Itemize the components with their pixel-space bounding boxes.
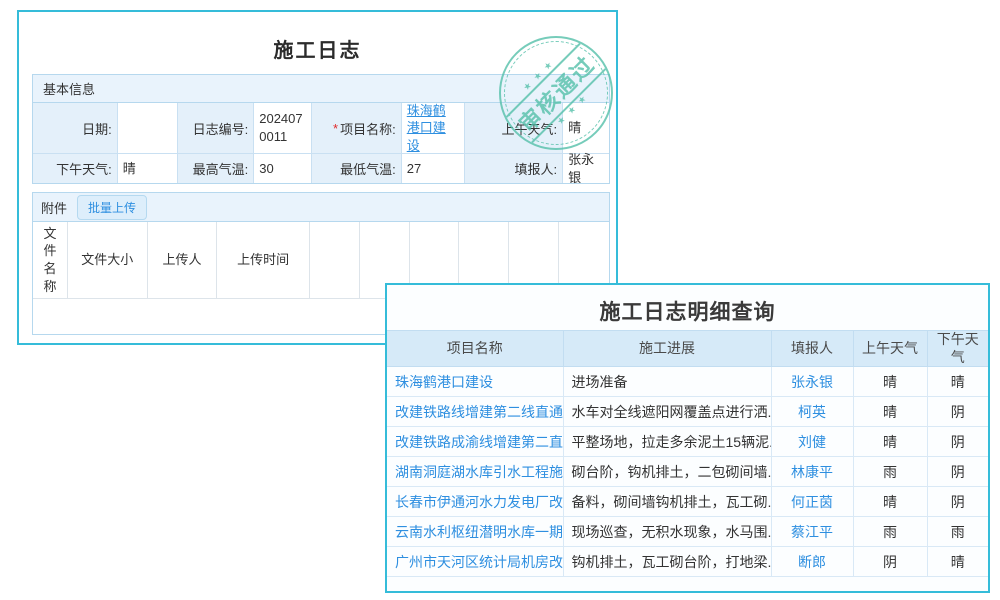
stamp-content: ★ ★ ★ 审核通过 ★ ★ ★	[475, 12, 636, 173]
cell-reporter: 断郎	[771, 547, 853, 577]
field-value	[118, 103, 178, 153]
cell-progress: 平整场地，拉走多余泥土15辆泥...	[563, 427, 771, 457]
reporter-link[interactable]: 张永银	[791, 374, 833, 390]
cell-reporter: 刘健	[771, 427, 853, 457]
query-column-header: 施工进展	[563, 331, 771, 367]
cell-project-name: 改建铁路成渝线增建第二直通线	[387, 427, 563, 457]
cell-project-name: 改建铁路线增建第二线直通线	[387, 397, 563, 427]
cell-am-weather: 晴	[853, 397, 927, 427]
reporter-link[interactable]: 断郎	[798, 554, 826, 570]
cell-am-weather: 雨	[853, 517, 927, 547]
attachment-column-empty	[310, 222, 360, 298]
cell-reporter: 张永银	[771, 367, 853, 397]
cell-pm-weather: 阴	[927, 427, 988, 457]
cell-reporter: 林康平	[771, 457, 853, 487]
cell-am-weather: 雨	[853, 457, 927, 487]
attachments-title: 附件	[41, 198, 67, 217]
project-link[interactable]: 云南水利枢纽潜明水库一期工程	[395, 524, 563, 540]
approval-stamp: ★ ★ ★ 审核通过 ★ ★ ★	[499, 36, 613, 150]
cell-project-name: 云南水利枢纽潜明水库一期工程	[387, 517, 563, 547]
project-link[interactable]: 珠海鹤港口建设	[395, 374, 493, 390]
query-table-body: 珠海鹤港口建设进场准备张永银晴晴改建铁路线增建第二线直通线水车对全线遮阳网覆盖点…	[387, 367, 988, 577]
cell-progress: 钩机排土，瓦工砌台阶，打地梁...	[563, 547, 771, 577]
cell-reporter: 蔡江平	[771, 517, 853, 547]
cell-progress: 水车对全线遮阳网覆盖点进行洒...	[563, 397, 771, 427]
field-value: 2024070011	[254, 103, 312, 153]
query-table-row: 长春市伊通河水力发电厂改建工程备料，砌间墙钩机排土，瓦工砌... 何正茵 晴阴	[387, 487, 988, 517]
log-detail-query-panel: 施工日志明细查询 项目名称施工进展填报人上午天气下午天气 珠海鹤港口建设 进场准备…	[385, 283, 990, 593]
field-label: 日志编号:	[178, 103, 255, 153]
project-name-link[interactable]: 珠海鹤港口建设	[407, 102, 459, 155]
attachment-column-header: 文件大小	[68, 222, 148, 298]
field-label: 最高气温:	[178, 153, 255, 183]
cell-am-weather: 晴	[853, 487, 927, 517]
basic-info-row: 下午天气:晴最高气温:30最低气温:27填报人:张永银	[33, 153, 609, 183]
query-table-row: 珠海鹤港口建设 进场准备 张永银 晴晴	[387, 367, 988, 397]
cell-progress: 砌台阶，钩机排土，二包砌间墙...	[563, 457, 771, 487]
field-label: 日期:	[33, 103, 118, 153]
cell-pm-weather: 阴	[927, 397, 988, 427]
query-table-row: 广州市天河区统计局机房改造项目钩机排土，瓦工砌台阶，打地梁... 断郎 阴晴	[387, 547, 988, 577]
project-link[interactable]: 改建铁路成渝线增建第二直通线	[395, 434, 563, 450]
cell-project-name: 广州市天河区统计局机房改造项目	[387, 547, 563, 577]
cell-progress: 现场巡查，无积水现象，水马围...	[563, 517, 771, 547]
query-table: 项目名称施工进展填报人上午天气下午天气 珠海鹤港口建设进场准备张永银晴晴改建铁路…	[387, 330, 988, 577]
cell-progress: 备料，砌间墙钩机排土，瓦工砌...	[563, 487, 771, 517]
query-title: 施工日志明细查询	[387, 296, 988, 326]
cell-am-weather: 晴	[853, 427, 927, 457]
query-table-row: 湖南洞庭湖水库引水工程施工标砌台阶，钩机排土，二包砌间墙... 林康平 雨阴	[387, 457, 988, 487]
cell-am-weather: 阴	[853, 547, 927, 577]
cell-progress: 进场准备	[563, 367, 771, 397]
query-column-header: 下午天气	[927, 331, 988, 367]
cell-pm-weather: 阴	[927, 457, 988, 487]
attachment-column-header: 上传时间	[217, 222, 310, 298]
project-link[interactable]: 广州市天河区统计局机房改造项目	[395, 554, 563, 570]
attachments-header: 附件 批量上传	[33, 193, 609, 222]
query-column-header: 填报人	[771, 331, 853, 367]
cell-project-name: 珠海鹤港口建设	[387, 367, 563, 397]
cell-pm-weather: 晴	[927, 367, 988, 397]
cell-pm-weather: 晴	[927, 547, 988, 577]
query-column-header: 上午天气	[853, 331, 927, 367]
query-column-header: 项目名称	[387, 331, 563, 367]
reporter-link[interactable]: 刘健	[798, 434, 826, 450]
cell-project-name: 湖南洞庭湖水库引水工程施工标	[387, 457, 563, 487]
reporter-link[interactable]: 林康平	[791, 464, 833, 480]
project-link[interactable]: 长春市伊通河水力发电厂改建工程	[395, 494, 563, 510]
cell-pm-weather: 阴	[927, 487, 988, 517]
attachment-column-header: 上传人	[148, 222, 218, 298]
field-value: 晴	[118, 153, 178, 183]
field-label: 下午天气:	[33, 153, 118, 183]
query-table-row: 改建铁路成渝线增建第二直通线平整场地，拉走多余泥土15辆泥... 刘健 晴阴	[387, 427, 988, 457]
field-value: 30	[254, 153, 312, 183]
cell-project-name: 长春市伊通河水力发电厂改建工程	[387, 487, 563, 517]
batch-upload-button[interactable]: 批量上传	[77, 195, 147, 220]
reporter-link[interactable]: 蔡江平	[791, 524, 833, 540]
cell-am-weather: 晴	[853, 367, 927, 397]
required-mark: *	[333, 121, 338, 136]
cell-pm-weather: 雨	[927, 517, 988, 547]
query-table-row: 云南水利枢纽潜明水库一期工程现场巡查，无积水现象，水马围... 蔡江平 雨雨	[387, 517, 988, 547]
project-link[interactable]: 湖南洞庭湖水库引水工程施工标	[395, 464, 563, 480]
query-table-row: 改建铁路线增建第二线直通线水车对全线遮阳网覆盖点进行洒... 柯英 晴阴	[387, 397, 988, 427]
field-value: 珠海鹤港口建设	[402, 103, 465, 153]
cell-reporter: 何正茵	[771, 487, 853, 517]
query-table-header-row: 项目名称施工进展填报人上午天气下午天气	[387, 331, 988, 367]
attachment-column-header: 文件名称	[33, 222, 68, 298]
reporter-link[interactable]: 柯英	[798, 404, 826, 420]
stamp-text: 审核通过	[506, 43, 606, 143]
reporter-link[interactable]: 何正茵	[791, 494, 833, 510]
field-value: 27	[402, 153, 465, 183]
field-label: 最低气温:	[312, 153, 402, 183]
field-label: *项目名称:	[312, 103, 402, 153]
project-link[interactable]: 改建铁路线增建第二线直通线	[395, 404, 563, 420]
cell-reporter: 柯英	[771, 397, 853, 427]
